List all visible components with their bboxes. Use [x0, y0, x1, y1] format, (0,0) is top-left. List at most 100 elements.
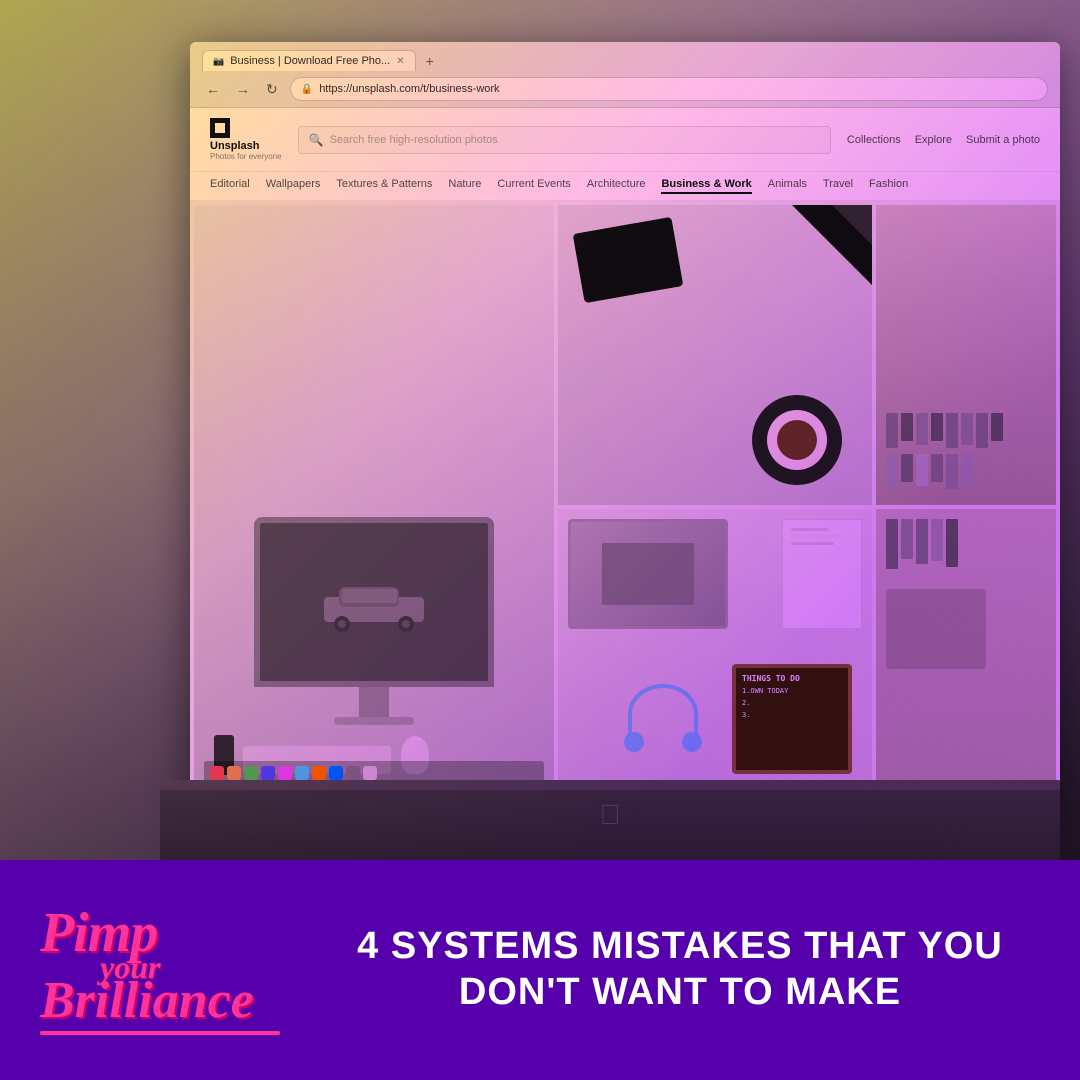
book	[976, 413, 988, 448]
back-button[interactable]: ←	[202, 79, 224, 99]
search-placeholder-text: Search free high-resolution photos	[330, 134, 498, 146]
shelf-row-1	[886, 413, 1046, 448]
shelf-row-2	[886, 454, 1046, 489]
tagline-section: 4 SYSTEMS MISTAKES THAT YOU DON'T WANT T…	[320, 924, 1040, 1015]
new-tab-button[interactable]: +	[420, 51, 440, 71]
unsplash-logo: Unsplash Photos for everyone	[210, 118, 282, 161]
category-nav: Editorial Wallpapers Textures & Patterns…	[190, 172, 1060, 201]
book	[886, 519, 898, 569]
tagline-line2: DON'T WANT TO MAKE	[357, 970, 1003, 1016]
book	[886, 454, 898, 489]
browser-tab[interactable]: 📷 Business | Download Free Pho... ✕	[202, 50, 416, 71]
headphone-cup-right	[682, 732, 702, 752]
site-name: Unsplash	[210, 140, 282, 152]
browser-chrome: 📷 Business | Download Free Pho... ✕ + ← …	[190, 42, 1060, 108]
photo-cell-imac-desk[interactable]	[194, 205, 554, 789]
cat-textures[interactable]: Textures & Patterns	[336, 178, 432, 194]
cat-architecture[interactable]: Architecture	[587, 178, 646, 194]
site-tagline: Photos for everyone	[210, 152, 282, 161]
book	[916, 413, 928, 445]
cat-fashion[interactable]: Fashion	[869, 178, 908, 194]
notebook-line	[791, 528, 828, 531]
todo-item-2: 2.	[742, 699, 842, 707]
cat-business[interactable]: Business & Work	[661, 178, 751, 194]
photo-cell-bottom-right[interactable]	[876, 509, 1056, 789]
photo-cell-flatlay-desk[interactable]: THINGS TO DO 1.OWN TODAY 2. 3.	[558, 509, 872, 789]
book	[931, 519, 943, 561]
book	[946, 454, 958, 489]
coffee-cup	[767, 410, 827, 470]
headphones	[628, 684, 698, 744]
imac-screen-content	[260, 523, 488, 681]
nav-links: Collections Explore Submit a photo	[847, 134, 1040, 146]
todo-board: THINGS TO DO 1.OWN TODAY 2. 3.	[732, 664, 852, 774]
shelf-bottom-content	[876, 509, 1056, 679]
address-bar-row: ← → ↻ 🔒 https://unsplash.com/t/business-…	[202, 77, 1048, 101]
browser-window: 📷 Business | Download Free Pho... ✕ + ← …	[190, 42, 1060, 822]
imac-stand	[359, 687, 389, 717]
phone-wallet	[573, 217, 684, 303]
cat-animals[interactable]: Animals	[768, 178, 807, 194]
book	[901, 413, 913, 441]
nav-collections[interactable]: Collections	[847, 134, 901, 146]
tab-close-button[interactable]: ✕	[396, 56, 404, 67]
refresh-button[interactable]: ↻	[262, 79, 282, 100]
imac-illustration	[254, 517, 494, 725]
nav-submit[interactable]: Submit a photo	[966, 134, 1040, 146]
cat-nature[interactable]: Nature	[448, 178, 481, 194]
unsplash-logo-icon	[210, 118, 230, 138]
dock-icon-8	[329, 766, 343, 780]
tab-title: Business | Download Free Pho...	[230, 55, 390, 67]
tagline-text: 4 SYSTEMS MISTAKES THAT YOU DON'T WANT T…	[357, 924, 1003, 1015]
book	[886, 413, 898, 448]
logo-underline	[40, 1031, 280, 1035]
bookshelf	[876, 205, 1056, 505]
dock-icon-5	[278, 766, 292, 780]
bottom-section: Pimp your Brilliance 4 SYSTEMS MISTAKES …	[0, 860, 1080, 1080]
book	[961, 413, 973, 445]
cat-wallpapers[interactable]: Wallpapers	[266, 178, 321, 194]
book	[946, 413, 958, 448]
cell-1-content	[194, 205, 554, 789]
tab-bar: 📷 Business | Download Free Pho... ✕ +	[202, 50, 1048, 71]
book	[901, 454, 913, 482]
cat-editorial[interactable]: Editorial	[210, 178, 250, 194]
dock-icon-9	[346, 766, 360, 780]
todo-item-1: 1.OWN TODAY	[742, 687, 842, 695]
cat-travel[interactable]: Travel	[823, 178, 853, 194]
shelf-row-3	[886, 519, 1046, 569]
laptop-screen-partial	[571, 522, 725, 626]
todo-title: THINGS TO DO	[742, 674, 842, 683]
cat-current-events[interactable]: Current Events	[497, 178, 570, 194]
book	[991, 413, 1003, 441]
book	[931, 413, 943, 441]
coffee-coaster	[752, 395, 842, 485]
book	[931, 454, 943, 482]
search-bar[interactable]: 🔍 Search free high-resolution photos	[298, 126, 831, 154]
book	[916, 454, 928, 486]
imac-base	[334, 717, 414, 725]
laptop-partial	[568, 519, 728, 629]
forward-button[interactable]: →	[232, 79, 254, 99]
notebook-line	[791, 535, 841, 538]
dock-icon-2	[227, 766, 241, 780]
apple-logo-icon: 	[595, 800, 625, 830]
todo-item-3: 3.	[742, 711, 842, 719]
logo-brilliance-text: Brilliance	[40, 975, 254, 1027]
dock-icon-6	[295, 766, 309, 780]
laptop-body: 	[160, 780, 1060, 860]
laptop-screen-content	[602, 543, 694, 605]
dock-icon-4	[261, 766, 275, 780]
shelf-decor-item	[886, 589, 986, 669]
nav-explore[interactable]: Explore	[915, 134, 952, 146]
address-bar[interactable]: 🔒 https://unsplash.com/t/business-work	[290, 77, 1048, 101]
pyb-logo: Pimp your Brilliance	[40, 905, 280, 1035]
top-section: 📷 Business | Download Free Pho... ✕ + ← …	[0, 0, 1080, 860]
book	[961, 454, 973, 486]
photo-cell-bookshelf[interactable]	[876, 205, 1056, 505]
site-header: Unsplash Photos for everyone 🔍 Search fr…	[190, 108, 1060, 172]
dock-icon-7	[312, 766, 326, 780]
book	[901, 519, 913, 559]
notebook-line	[791, 542, 834, 545]
photo-cell-coffee-phone[interactable]	[558, 205, 872, 505]
